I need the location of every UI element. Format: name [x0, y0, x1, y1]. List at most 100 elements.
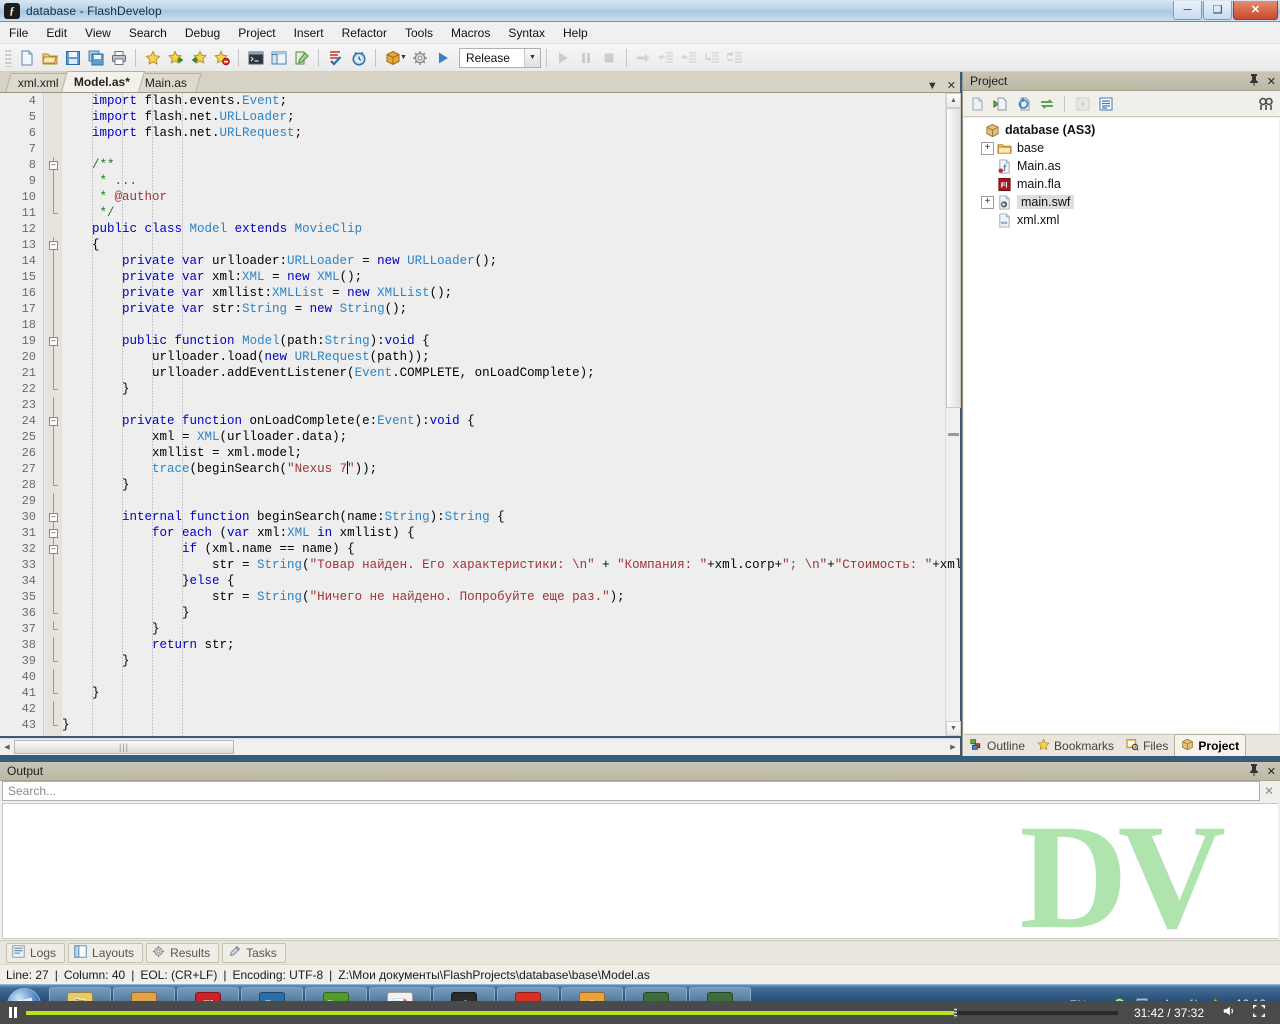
- debug-stop-button[interactable]: [598, 46, 621, 69]
- code-folding-gutter[interactable]: – – – – – – –: [45, 93, 62, 736]
- bottom-tab-tasks[interactable]: Tasks: [222, 942, 286, 963]
- build-project-button[interactable]: [381, 46, 404, 69]
- code-line[interactable]: [62, 317, 960, 333]
- maximize-button[interactable]: ❑: [1203, 0, 1232, 20]
- code-line[interactable]: /**: [62, 157, 960, 173]
- code-line[interactable]: import flash.net.URLRequest;: [62, 125, 960, 141]
- output-log-area[interactable]: DV: [2, 803, 1278, 939]
- step-over-button[interactable]: [701, 46, 724, 69]
- code-line[interactable]: if (xml.name == name) {: [62, 541, 960, 557]
- code-text-area[interactable]: import flash.events.Event; import flash.…: [62, 93, 960, 736]
- output-clear-icon[interactable]: ✕: [1260, 781, 1278, 801]
- menu-item-view[interactable]: View: [76, 23, 120, 43]
- code-line[interactable]: }: [62, 717, 960, 733]
- menu-item-macros[interactable]: Macros: [442, 23, 499, 43]
- video-volume-icon[interactable]: [1214, 1004, 1244, 1021]
- code-line[interactable]: private var xmllist:XMLList = new XMLLis…: [62, 285, 960, 301]
- fold-marker[interactable]: –: [45, 237, 62, 253]
- bottom-tab-logs[interactable]: Logs: [6, 942, 66, 963]
- code-line[interactable]: import flash.net.URLLoader;: [62, 109, 960, 125]
- chevron-down-icon[interactable]: ▼: [523, 48, 540, 67]
- panel-tab-project[interactable]: Project: [1174, 734, 1247, 756]
- step-into-button[interactable]: [655, 46, 678, 69]
- close-button[interactable]: ✕: [1233, 0, 1278, 20]
- code-line[interactable]: str = String("Ничего не найдено. Попробу…: [62, 589, 960, 605]
- run-project-button[interactable]: [432, 46, 455, 69]
- snippet-button[interactable]: [290, 46, 313, 69]
- menu-item-insert[interactable]: Insert: [285, 23, 333, 43]
- console-button[interactable]: [244, 46, 267, 69]
- expand-toggle-icon[interactable]: +: [981, 195, 994, 209]
- code-line[interactable]: [62, 493, 960, 509]
- editor-tab-modelas[interactable]: Model.as*: [60, 71, 145, 92]
- code-line[interactable]: trace(beginSearch("Nexus 7"));: [62, 461, 960, 477]
- editor-horizontal-scrollbar[interactable]: ◀ ||| ▶: [0, 738, 960, 755]
- close-icon[interactable]: ✕: [1267, 75, 1276, 88]
- menu-item-search[interactable]: Search: [120, 23, 176, 43]
- code-line[interactable]: */: [62, 205, 960, 221]
- bookmark-prev-button[interactable]: [187, 46, 210, 69]
- menu-item-project[interactable]: Project: [229, 23, 284, 43]
- video-pause-button[interactable]: [0, 1007, 26, 1018]
- code-line[interactable]: }else {: [62, 573, 960, 589]
- fold-marker[interactable]: –: [45, 525, 62, 541]
- code-line[interactable]: [62, 701, 960, 717]
- video-progress-knob[interactable]: [954, 1007, 958, 1018]
- code-line[interactable]: }: [62, 477, 960, 493]
- show-hidden-button[interactable]: [1072, 93, 1093, 114]
- pin-icon[interactable]: [1249, 73, 1259, 89]
- code-line[interactable]: internal function beginSearch(name:Strin…: [62, 509, 960, 525]
- code-line[interactable]: * ...: [62, 173, 960, 189]
- code-line[interactable]: }: [62, 605, 960, 621]
- new-file-button[interactable]: [15, 46, 38, 69]
- open-file-button[interactable]: [38, 46, 61, 69]
- scroll-left-button[interactable]: ◀: [0, 740, 14, 755]
- project-root-node[interactable]: database (AS3): [964, 121, 1279, 139]
- fold-marker[interactable]: –: [45, 541, 62, 557]
- timer-button[interactable]: [347, 46, 370, 69]
- bottom-tab-results[interactable]: Results: [146, 942, 220, 963]
- code-line[interactable]: public class Model extends MovieClip: [62, 221, 960, 237]
- code-line[interactable]: return str;: [62, 637, 960, 653]
- build-config-select[interactable]: Release ▼: [458, 47, 541, 68]
- code-line[interactable]: private var xml:XML = new XML();: [62, 269, 960, 285]
- run-to-cursor-button[interactable]: [724, 46, 747, 69]
- print-button[interactable]: [107, 46, 130, 69]
- code-line[interactable]: urlloader.addEventListener(Event.COMPLET…: [62, 365, 960, 381]
- panel-tab-outline[interactable]: Outline: [964, 736, 1031, 756]
- menu-item-tools[interactable]: Tools: [396, 23, 442, 43]
- add-existing-file-button[interactable]: [990, 93, 1011, 114]
- menu-item-syntax[interactable]: Syntax: [499, 23, 554, 43]
- code-line[interactable]: for each (var xml:XML in xmllist) {: [62, 525, 960, 541]
- tab-close-icon[interactable]: ✕: [947, 79, 956, 92]
- menu-item-help[interactable]: Help: [554, 23, 597, 43]
- tree-item-base[interactable]: + base: [964, 139, 1279, 157]
- code-line[interactable]: private var str:String = new String();: [62, 301, 960, 317]
- output-search-input[interactable]: Search...: [2, 781, 1260, 801]
- video-fullscreen-icon[interactable]: [1244, 1004, 1280, 1021]
- code-line[interactable]: }: [62, 653, 960, 669]
- synchronize-button[interactable]: [1036, 93, 1057, 114]
- video-progress-track[interactable]: [26, 1007, 1118, 1018]
- code-line[interactable]: public function Model(path:String):void …: [62, 333, 960, 349]
- code-line[interactable]: str = String("Товар найден. Его характер…: [62, 557, 960, 573]
- tree-item-mainswf[interactable]: + main.swf: [964, 193, 1279, 211]
- menu-item-file[interactable]: File: [0, 23, 37, 43]
- menu-item-refactor[interactable]: Refactor: [333, 23, 396, 43]
- tree-item-mainfla[interactable]: Fl main.fla: [964, 175, 1279, 193]
- save-button[interactable]: [61, 46, 84, 69]
- debug-start-button[interactable]: [552, 46, 575, 69]
- fold-marker[interactable]: –: [45, 157, 62, 173]
- code-line[interactable]: import flash.events.Event;: [62, 93, 960, 109]
- code-line[interactable]: }: [62, 621, 960, 637]
- code-line[interactable]: xmllist = xml.model;: [62, 445, 960, 461]
- check-syntax-button[interactable]: [324, 46, 347, 69]
- debug-continue-button[interactable]: [632, 46, 655, 69]
- bookmark-toggle-button[interactable]: [141, 46, 164, 69]
- panel-tab-bookmarks[interactable]: Bookmarks: [1031, 736, 1120, 756]
- add-file-button[interactable]: [967, 93, 988, 114]
- minimize-button[interactable]: ─: [1173, 0, 1202, 20]
- code-line[interactable]: xml = XML(urlloader.data);: [62, 429, 960, 445]
- code-line[interactable]: * @author: [62, 189, 960, 205]
- tree-item-xmlxml[interactable]: <> xml.xml: [964, 211, 1279, 229]
